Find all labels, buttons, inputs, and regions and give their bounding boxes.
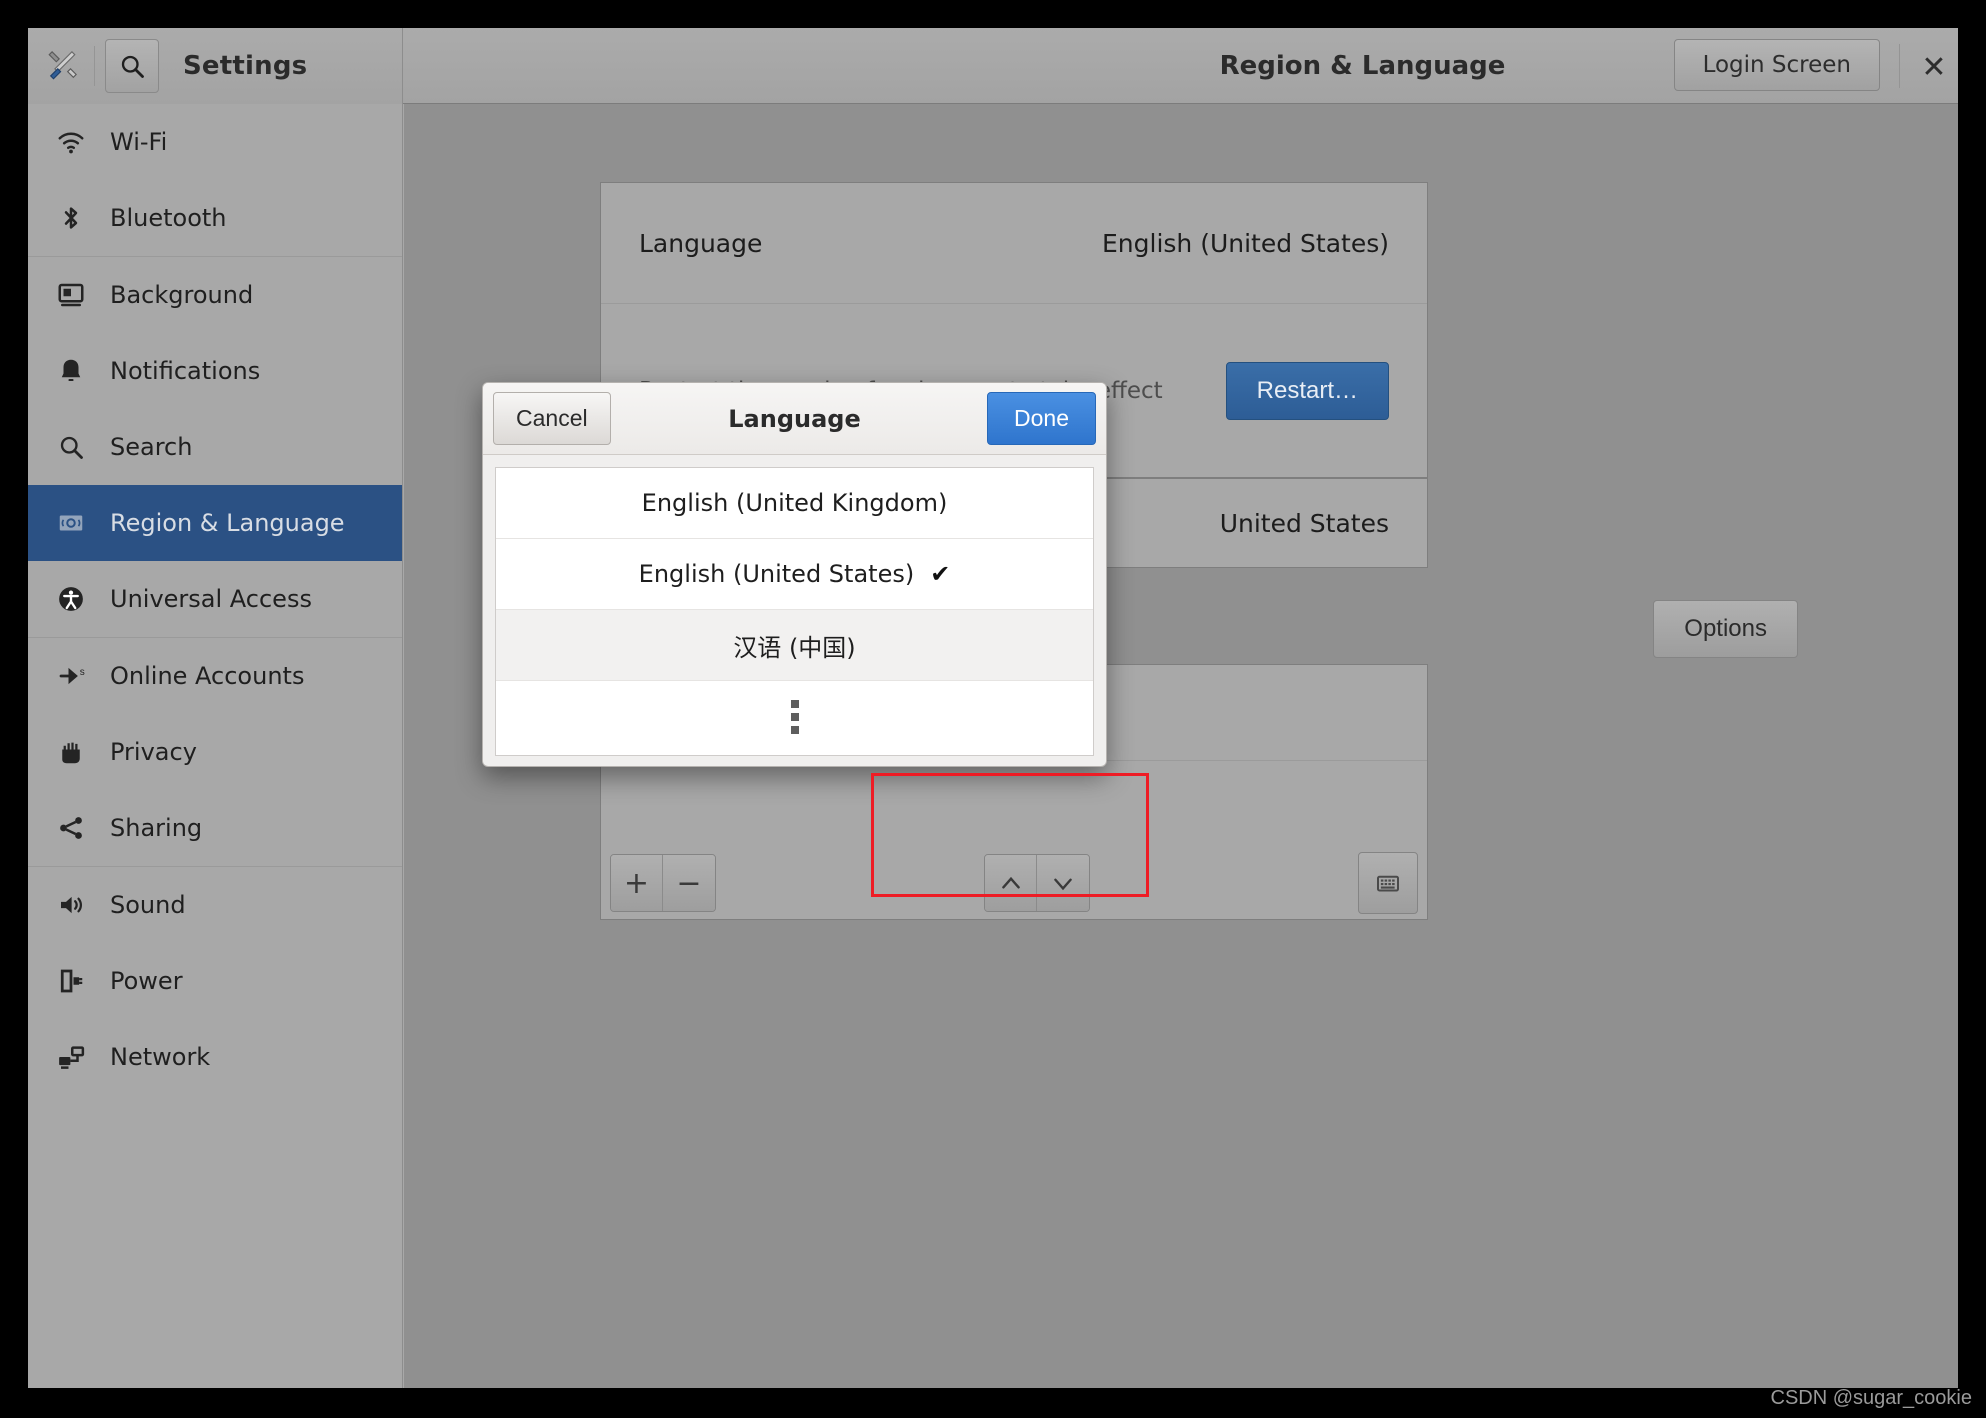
app-title: Settings [183,50,308,81]
sidebar-item-region-language[interactable]: Region & Language [28,485,402,561]
sidebar-item-label: Wi-Fi [110,128,168,156]
list-item[interactable]: English (United Kingdom) [496,468,1093,539]
sidebar-item-label: Sharing [110,814,203,842]
remove-input-source-button[interactable]: − [663,855,715,911]
sidebar-item-sound[interactable]: Sound [28,867,402,943]
sidebar-item-label: Region & Language [110,509,345,537]
sidebar-item-label: Universal Access [110,585,312,613]
search-button[interactable] [105,38,159,93]
screen-root: Settings Region & Language Login Screen … [0,0,1986,1418]
show-keyboard-layout-button[interactable] [1358,852,1418,914]
language-label: Language [639,228,763,258]
sidebar-item-power[interactable]: Power [28,943,402,1019]
list-item[interactable]: English (United States) ✔ [496,539,1093,610]
chevron-down-icon [1054,878,1072,891]
region-language-icon [50,502,92,544]
move-group [984,854,1090,912]
search-icon [50,426,92,468]
add-remove-group: + − [610,854,716,912]
cancel-button[interactable]: Cancel [493,392,611,445]
check-icon: ✔ [930,560,951,588]
keyboard-icon [1377,875,1399,892]
tools-icon [42,46,82,86]
sidebar-item-label: Privacy [110,738,197,766]
language-option-label: English (United Kingdom) [641,489,948,517]
header-bar: Settings Region & Language Login Screen … [28,28,1958,104]
sound-icon [50,884,92,926]
move-up-button[interactable] [985,855,1037,911]
sidebar-item-label: Sound [110,891,186,919]
sidebar[interactable]: Wi-Fi Bluetooth Background Notifications… [28,104,403,1388]
sidebar-item-notifications[interactable]: Notifications [28,333,402,409]
language-option-label: English (United States) [638,560,915,588]
background-icon [50,274,92,316]
formats-value: United States [1219,508,1389,538]
dialog-header: Cancel Language Done [483,383,1106,455]
language-dialog: Cancel Language Done English (United Kin… [482,382,1107,767]
sidebar-item-network[interactable]: Network [28,1019,402,1095]
power-icon [50,960,92,1002]
vertical-ellipsis-icon [790,699,799,734]
close-icon[interactable]: ✕ [1912,48,1956,88]
wifi-icon [50,121,92,163]
sidebar-item-label: Search [110,433,193,461]
dialog-body: English (United Kingdom) English (United… [483,455,1106,766]
sidebar-item-label: Network [110,1043,211,1071]
header-right-section: Region & Language Login Screen ✕ [403,28,1958,104]
universal-access-icon [50,578,92,620]
sidebar-item-privacy[interactable]: Privacy [28,714,402,790]
sidebar-item-wifi[interactable]: Wi-Fi [28,104,402,180]
language-value: English (United States) [1101,228,1389,258]
search-icon [121,55,144,78]
move-down-button[interactable] [1037,855,1089,911]
language-row[interactable]: Language English (United States) [601,183,1427,303]
header-left-section: Settings [28,28,403,104]
sidebar-item-online-accounts[interactable]: s Online Accounts [28,638,402,714]
bell-icon [50,350,92,392]
input-sources-toolbar: + − [600,844,1428,922]
sidebar-item-label: Background [110,281,254,309]
options-button[interactable]: Options [1653,600,1798,658]
sidebar-item-label: Bluetooth [110,204,227,232]
svg-text:s: s [80,667,85,678]
online-accounts-icon: s [50,655,92,697]
restart-button[interactable]: Restart… [1225,361,1389,420]
language-list[interactable]: English (United Kingdom) English (United… [495,467,1094,756]
sharing-icon [50,807,92,849]
sidebar-item-sharing[interactable]: Sharing [28,790,402,866]
done-button[interactable]: Done [987,392,1096,445]
add-input-source-button[interactable]: + [611,855,663,911]
sidebar-item-label: Power [110,967,183,995]
bluetooth-icon [50,197,92,239]
watermark: CSDN @sugar_cookie [1770,1387,1973,1409]
list-item[interactable]: 汉语 (中国) [496,610,1093,681]
sidebar-item-label: Online Accounts [110,662,305,690]
chevron-up-icon [1001,876,1020,889]
login-screen-button[interactable]: Login Screen [1673,38,1880,91]
sidebar-item-bluetooth[interactable]: Bluetooth [28,180,402,256]
sidebar-item-label: Notifications [110,357,261,385]
privacy-hand-icon [50,731,92,773]
sidebar-item-search[interactable]: Search [28,409,402,485]
header-divider [94,45,95,86]
sidebar-item-universal-access[interactable]: Universal Access [28,561,402,637]
language-option-label: 汉语 (中国) [733,633,856,662]
header-divider-right [1899,43,1900,88]
sidebar-item-background[interactable]: Background [28,257,402,333]
more-languages-row[interactable] [496,681,1093,752]
input-source-row[interactable] [601,761,1427,857]
network-icon [50,1036,92,1078]
